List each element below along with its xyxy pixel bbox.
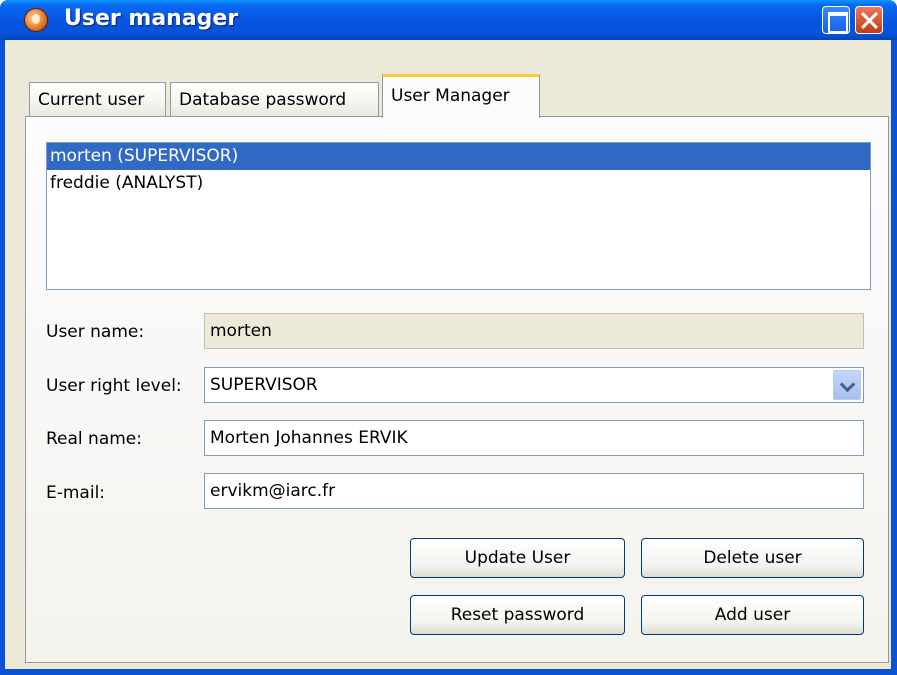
user-name-field[interactable]: morten — [204, 313, 864, 349]
chevron-down-icon[interactable] — [833, 370, 861, 400]
user-name-label: User name: — [46, 322, 145, 342]
email-field[interactable]: ervikm@iarc.fr — [204, 473, 864, 509]
add-user-button[interactable]: Add user — [641, 595, 864, 635]
user-manager-window: User manager Current user Database passw… — [0, 0, 897, 675]
tab-current-user[interactable]: Current user — [29, 82, 166, 118]
app-icon[interactable] — [24, 8, 48, 32]
update-user-button[interactable]: Update User — [410, 538, 625, 578]
maximize-button[interactable] — [822, 6, 850, 34]
dialog-client-area: Current user Database password User Mana… — [5, 40, 891, 669]
real-name-field[interactable]: Morten Johannes ERVIK — [204, 420, 864, 456]
tab-user-manager[interactable]: User Manager — [382, 74, 540, 118]
right-level-value: SUPERVISOR — [210, 375, 318, 395]
delete-user-button[interactable]: Delete user — [641, 538, 864, 578]
close-button[interactable] — [855, 6, 883, 34]
list-item[interactable]: freddie (ANALYST) — [47, 170, 870, 197]
right-level-label: User right level: — [46, 376, 182, 396]
email-label: E-mail: — [46, 483, 106, 503]
user-manager-panel: morten (SUPERVISOR) freddie (ANALYST) Us… — [25, 116, 889, 663]
title-bar[interactable]: User manager — [0, 0, 897, 40]
reset-password-button[interactable]: Reset password — [410, 595, 625, 635]
real-name-label: Real name: — [46, 429, 142, 449]
tab-database-password[interactable]: Database password — [170, 82, 379, 118]
user-list[interactable]: morten (SUPERVISOR) freddie (ANALYST) — [46, 142, 871, 290]
list-item[interactable]: morten (SUPERVISOR) — [47, 143, 870, 170]
window-title: User manager — [64, 6, 239, 31]
right-level-select[interactable]: SUPERVISOR — [204, 367, 864, 403]
